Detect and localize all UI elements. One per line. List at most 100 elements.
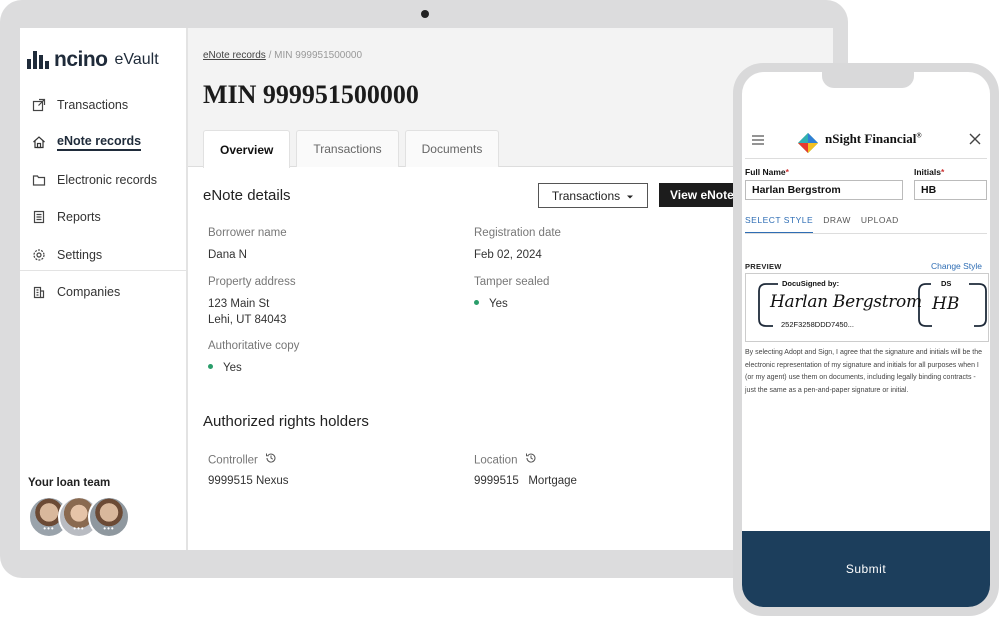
house-icon <box>32 135 46 149</box>
brand-logo[interactable]: ncino eVault <box>27 48 159 72</box>
initials-signature-text: HB <box>932 294 960 314</box>
registration-date-label: Registration date <box>474 227 561 239</box>
phone-header-divider <box>745 158 987 159</box>
required-mark: * <box>940 167 945 177</box>
folder-icon <box>32 173 46 187</box>
authoritative-copy-label: Authoritative copy <box>208 340 300 352</box>
tab-bar: Overview Transactions Documents <box>203 130 505 168</box>
sidebar-item-label: Electronic records <box>57 172 158 187</box>
avatar[interactable]: ••• <box>88 496 130 538</box>
submit-button[interactable]: Submit <box>742 531 990 607</box>
brand-product: eVault <box>114 51 159 68</box>
full-name-label-text: Full Name <box>745 167 786 177</box>
building-icon <box>32 285 46 299</box>
phone-brand-name: nSight Financial <box>825 131 917 146</box>
tab-select-style[interactable]: SELECT STYLE <box>745 215 814 234</box>
initials-input[interactable]: HB <box>914 180 987 200</box>
sidebar: ncino eVault Transactions eNote records <box>20 28 188 550</box>
borrower-name-label: Borrower name <box>208 227 287 239</box>
controller-value: 9999515 Nexus <box>208 475 289 487</box>
sidebar-item-electronic-records[interactable]: Electronic records <box>20 161 186 199</box>
property-address-line1: 123 Main St <box>208 298 270 310</box>
sidebar-item-label: Companies <box>57 285 121 300</box>
tab-documents[interactable]: Documents <box>404 130 500 167</box>
laptop-screen: ncino eVault Transactions eNote records <box>20 28 833 550</box>
sidebar-item-label: Reports <box>57 210 101 225</box>
ncino-bars-icon <box>27 51 49 69</box>
breadcrumb-link-enote-records[interactable]: eNote records <box>203 50 266 61</box>
sidebar-nav: Transactions eNote records Electronic re… <box>20 86 186 311</box>
full-name-label: Full Name* <box>745 167 789 177</box>
change-style-link[interactable]: Change Style <box>931 261 982 271</box>
history-icon[interactable] <box>525 452 537 467</box>
page-title: MIN 999951500000 <box>203 80 419 109</box>
sidebar-item-transactions[interactable]: Transactions <box>20 86 186 124</box>
tabs-divider <box>745 233 987 234</box>
sidebar-divider <box>20 270 186 271</box>
sidebar-item-enote-records[interactable]: eNote records <box>20 124 186 162</box>
phone-screen: nSight Financial® Full Name* Harlan Berg… <box>742 72 990 607</box>
borrower-name-value: Dana N <box>208 249 247 261</box>
laptop-camera <box>421 10 429 18</box>
tab-upload[interactable]: UPLOAD <box>861 215 899 234</box>
sidebar-item-companies[interactable]: Companies <box>20 274 186 312</box>
loan-team-label: Your loan team <box>28 477 111 489</box>
hamburger-menu-icon[interactable] <box>751 133 765 151</box>
tab-draw[interactable]: DRAW <box>823 215 851 234</box>
external-link-icon <box>32 98 46 112</box>
signature-id: 252F3258DDD7450... <box>781 320 854 329</box>
signature-text: Harlan Bergstrom <box>770 292 922 312</box>
loan-team-avatars: ••• ••• ••• <box>28 496 130 538</box>
tamper-sealed-label: Tamper sealed <box>474 276 550 288</box>
legal-disclaimer: By selecting Adopt and Sign, I agree tha… <box>745 349 982 394</box>
breadcrumb: eNote records / MIN 999951500000 <box>203 50 362 61</box>
sidebar-item-label: eNote records <box>57 134 142 151</box>
phone-frame: nSight Financial® Full Name* Harlan Berg… <box>733 63 999 616</box>
required-mark: * <box>785 167 789 177</box>
transactions-dropdown-button[interactable]: Transactions <box>538 183 648 208</box>
controller-label: Controller <box>208 454 258 467</box>
sidebar-item-label: Settings <box>57 247 103 262</box>
avatar-menu-icon: ••• <box>103 524 115 533</box>
tab-transactions[interactable]: Transactions <box>296 130 399 167</box>
breadcrumb-separator: / <box>265 50 275 61</box>
property-address-label: Property address <box>208 276 296 288</box>
controller-label-group: Controller <box>208 453 277 468</box>
location-label-group: Location <box>474 453 537 468</box>
history-icon[interactable] <box>265 452 277 467</box>
tamper-sealed-status: Yes <box>474 296 508 312</box>
tab-overview[interactable]: Overview <box>203 130 291 168</box>
sidebar-item-settings[interactable]: Settings <box>20 236 186 274</box>
signature-style-tabs: SELECT STYLE DRAW UPLOAD <box>745 215 909 234</box>
registration-date-value: Feb 02, 2024 <box>474 249 542 261</box>
breadcrumb-current: MIN 999951500000 <box>274 50 363 61</box>
initials-label-text: Initials <box>914 167 941 177</box>
authoritative-copy-value: Yes <box>223 362 242 374</box>
sidebar-item-label: Transactions <box>57 97 129 112</box>
phone-brand: nSight Financial® <box>825 131 922 147</box>
docusigned-label: DocuSigned by: <box>782 279 840 288</box>
initials-label: Initials* <box>914 167 944 177</box>
report-icon <box>32 210 46 224</box>
phone-notch <box>822 72 914 88</box>
brand-name: ncino <box>54 48 108 71</box>
enote-details-title: eNote details <box>203 187 291 204</box>
property-address-line2: Lehi, UT 84043 <box>208 314 287 326</box>
sidebar-item-reports[interactable]: Reports <box>20 199 186 237</box>
ds-label: DS <box>941 279 952 288</box>
phone-brand-mark: ® <box>916 131 922 140</box>
property-address-value: 123 Main St Lehi, UT 84043 <box>208 296 286 328</box>
tamper-sealed-value: Yes <box>489 298 508 310</box>
transactions-dropdown-label: Transactions <box>551 188 621 203</box>
laptop-frame: ncino eVault Transactions eNote records <box>0 0 848 578</box>
status-dot-icon <box>474 300 479 306</box>
gear-icon <box>32 248 46 262</box>
signature-preview: DocuSigned by: Harlan Bergstrom 252F3258… <box>745 273 989 342</box>
location-label: Location <box>474 454 518 467</box>
status-dot-icon <box>208 364 213 370</box>
full-name-input[interactable]: Harlan Bergstrom <box>745 180 903 200</box>
authoritative-copy-status: Yes <box>208 360 242 376</box>
rights-holders-title: Authorized rights holders <box>203 413 369 430</box>
close-icon[interactable] <box>969 132 981 150</box>
preview-label: PREVIEW <box>745 262 782 271</box>
